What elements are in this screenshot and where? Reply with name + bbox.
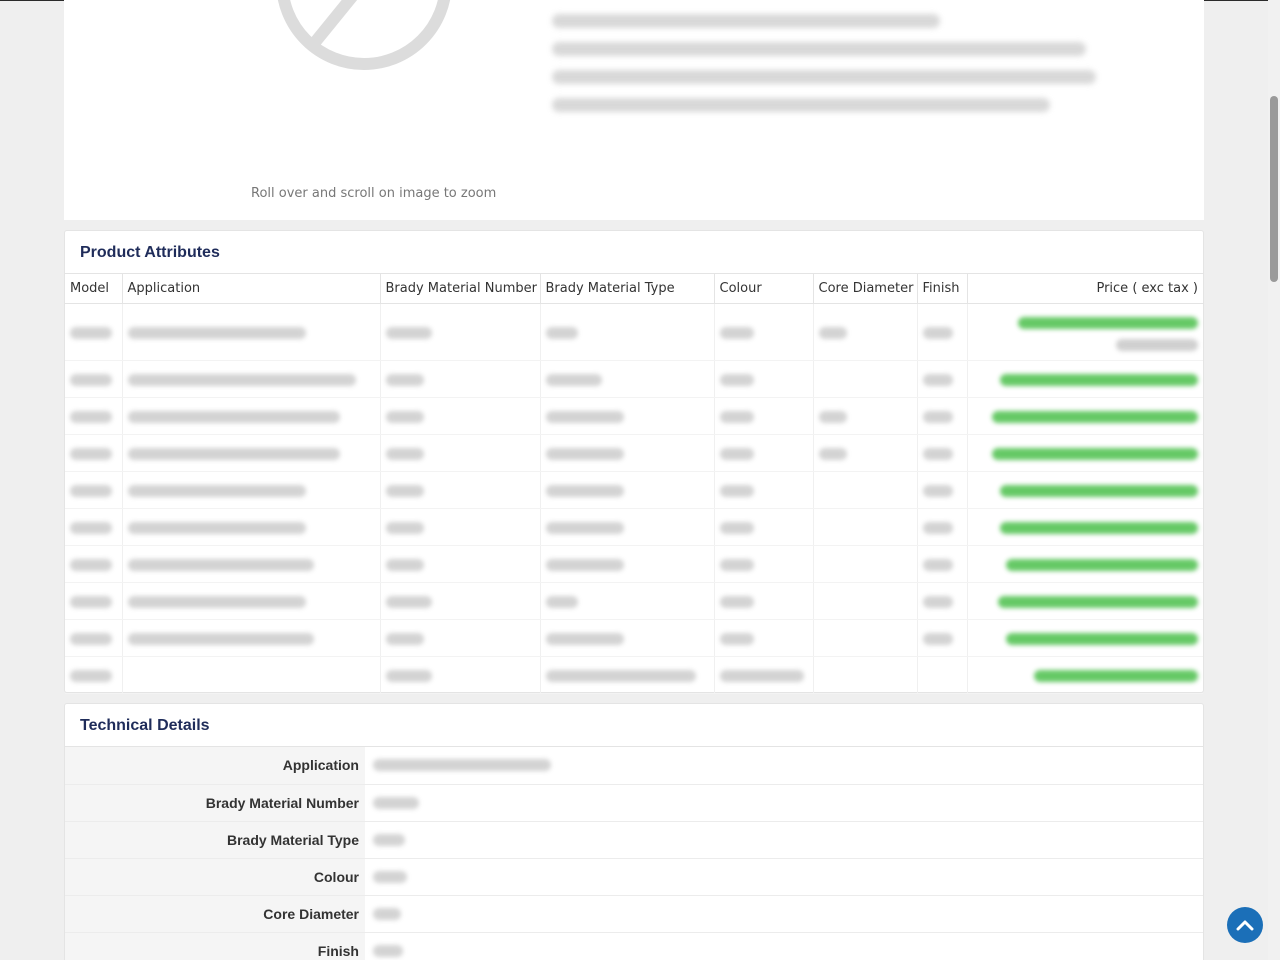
no-image-icon[interactable] bbox=[272, 0, 456, 78]
table-row[interactable] bbox=[65, 582, 1203, 620]
column-header-price[interactable]: Price ( exc tax ) bbox=[967, 274, 1203, 304]
column-header-model[interactable]: Model bbox=[65, 274, 123, 304]
column-header-material-number[interactable]: Brady Material Number bbox=[380, 274, 541, 304]
detail-label: Application bbox=[65, 747, 365, 785]
table-row[interactable] bbox=[65, 434, 1203, 472]
table-row[interactable] bbox=[65, 303, 1203, 361]
detail-label: Colour bbox=[65, 858, 365, 896]
technical-details-table: Application Brady Material Number Brady … bbox=[65, 747, 1203, 960]
detail-row: Brady Material Number bbox=[65, 784, 1203, 822]
column-header-finish[interactable]: Finish bbox=[917, 274, 968, 304]
blurred-description-line bbox=[552, 14, 940, 28]
detail-row: Core Diameter bbox=[65, 895, 1203, 933]
detail-label: Brady Material Type bbox=[65, 821, 365, 859]
table-row[interactable] bbox=[65, 545, 1203, 583]
table-row[interactable] bbox=[65, 471, 1203, 509]
detail-label: Brady Material Number bbox=[65, 784, 365, 822]
product-attributes-card: Product Attributes Model Application Bra… bbox=[64, 230, 1204, 694]
scrollbar-thumb[interactable] bbox=[1270, 96, 1278, 282]
blurred-description-line bbox=[552, 98, 1050, 112]
detail-label: Finish bbox=[65, 932, 365, 960]
table-row[interactable] bbox=[65, 360, 1203, 398]
table-row[interactable] bbox=[65, 508, 1203, 546]
table-row[interactable] bbox=[65, 619, 1203, 657]
column-header-application[interactable]: Application bbox=[122, 274, 381, 304]
table-header-row: Model Application Brady Material Number … bbox=[65, 274, 1203, 304]
detail-row: Brady Material Type bbox=[65, 821, 1203, 859]
product-attributes-title: Product Attributes bbox=[65, 231, 1203, 274]
detail-row: Colour bbox=[65, 858, 1203, 896]
blurred-description-line bbox=[552, 42, 1086, 56]
column-header-colour[interactable]: Colour bbox=[714, 274, 814, 304]
technical-details-card: Technical Details Application Brady Mate… bbox=[64, 703, 1204, 960]
blurred-description-line bbox=[552, 70, 1096, 84]
product-attributes-table: Model Application Brady Material Number … bbox=[65, 274, 1203, 694]
product-image-panel: Roll over and scroll on image to zoom bbox=[64, 0, 1204, 220]
table-row[interactable] bbox=[65, 656, 1203, 694]
detail-row: Application bbox=[65, 747, 1203, 785]
column-header-material-type[interactable]: Brady Material Type bbox=[540, 274, 715, 304]
zoom-hint: Roll over and scroll on image to zoom bbox=[251, 186, 497, 201]
detail-row: Finish bbox=[65, 932, 1203, 960]
detail-label: Core Diameter bbox=[65, 895, 365, 933]
technical-details-title: Technical Details bbox=[65, 704, 1203, 747]
chevron-up-icon bbox=[1236, 920, 1254, 931]
back-to-top-button[interactable] bbox=[1227, 907, 1263, 943]
table-row[interactable] bbox=[65, 397, 1203, 435]
column-header-core-diameter[interactable]: Core Diameter bbox=[813, 274, 918, 304]
